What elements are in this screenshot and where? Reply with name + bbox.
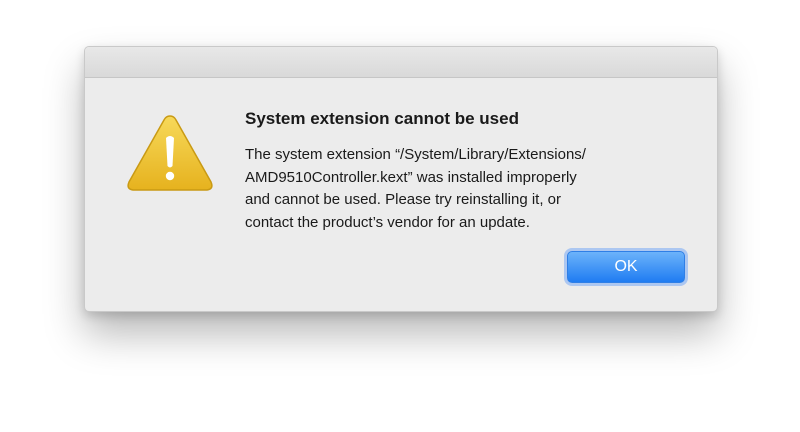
message-line: AMD9510Controller.kext” was installed im… xyxy=(245,168,577,186)
dialog-message: The system extension “/System/Library/Ex… xyxy=(245,144,665,234)
dialog-titlebar[interactable] xyxy=(85,47,717,78)
alert-dialog: System extension cannot be used The syst… xyxy=(84,46,718,312)
warning-icon xyxy=(125,112,215,194)
message-line: contact the product’s vendor for an upda… xyxy=(245,213,530,231)
dialog-title: System extension cannot be used xyxy=(245,109,519,128)
ok-button[interactable]: OK xyxy=(567,251,685,283)
message-line: The system extension “/System/Library/Ex… xyxy=(245,146,586,163)
message-line: and cannot be used. Please try reinstall… xyxy=(245,191,562,208)
